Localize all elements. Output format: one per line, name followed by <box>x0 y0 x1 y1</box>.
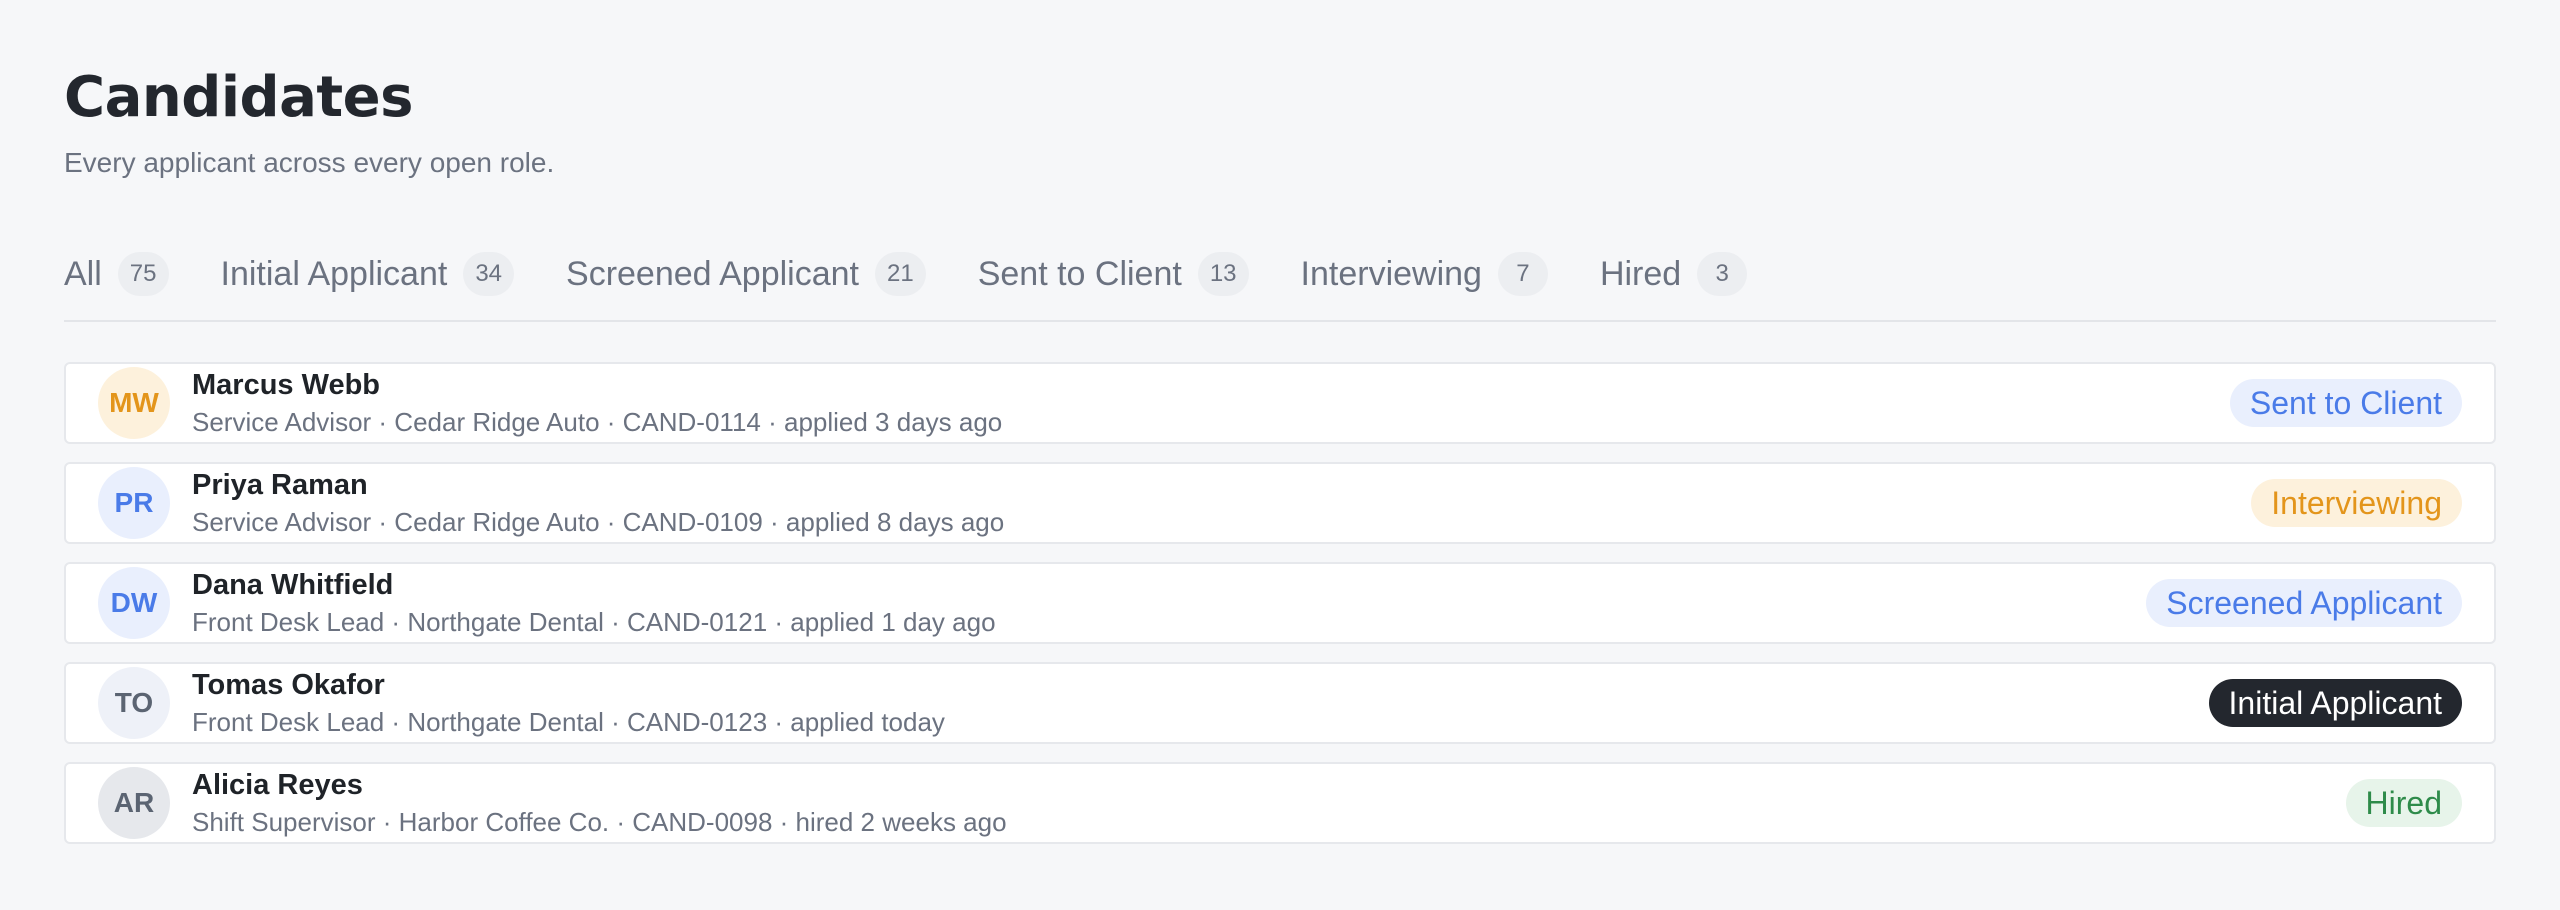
candidate-row[interactable]: DW Dana Whitfield Front Desk Lead · Nort… <box>64 562 2496 644</box>
tab-label: Interviewing <box>1300 254 1482 293</box>
candidate-meta: Front Desk Lead · Northgate Dental · CAN… <box>192 607 996 637</box>
candidate-list: MW Marcus Webb Service Advisor · Cedar R… <box>64 362 2496 862</box>
candidate-info: Dana Whitfield Front Desk Lead · Northga… <box>192 567 996 639</box>
candidate-info: Priya Raman Service Advisor · Cedar Ridg… <box>192 467 1004 539</box>
tab-count-badge: 7 <box>1497 252 1548 296</box>
tab-sent-to-client[interactable]: Sent to Client 13 <box>978 246 1249 302</box>
page-title: Candidates <box>64 65 414 130</box>
tab-count-badge: 75 <box>117 252 169 296</box>
tab-initial-applicant[interactable]: Initial Applicant 34 <box>221 246 515 302</box>
candidate-meta: Front Desk Lead · Northgate Dental · CAN… <box>192 707 945 737</box>
candidate-name: Marcus Webb <box>192 369 381 401</box>
candidate-meta: Service Advisor · Cedar Ridge Auto · CAN… <box>192 507 1005 537</box>
tab-label: All <box>64 254 102 293</box>
candidate-meta: Shift Supervisor · Harbor Coffee Co. · C… <box>192 807 1007 837</box>
avatar: TO <box>98 667 170 739</box>
avatar: PR <box>98 467 170 539</box>
status-badge: Interviewing <box>2251 479 2462 527</box>
candidate-name: Tomas Okafor <box>192 669 385 701</box>
avatar: MW <box>98 367 170 439</box>
avatar: AR <box>98 767 170 839</box>
status-badge: Sent to Client <box>2229 379 2462 427</box>
tab-screened-applicant[interactable]: Screened Applicant 21 <box>566 246 926 302</box>
candidate-row[interactable]: MW Marcus Webb Service Advisor · Cedar R… <box>64 362 2496 444</box>
tab-count-badge: 34 <box>463 252 515 296</box>
tab-label: Hired <box>1599 254 1682 293</box>
candidate-row[interactable]: AR Alicia Reyes Shift Supervisor · Harbo… <box>64 762 2496 844</box>
tab-interviewing[interactable]: Interviewing 7 <box>1301 246 1548 302</box>
status-badge: Hired <box>2345 779 2462 827</box>
tab-count-badge: 13 <box>1197 252 1249 296</box>
candidate-info: Marcus Webb Service Advisor · Cedar Ridg… <box>192 367 1002 439</box>
tab-count-badge: 3 <box>1697 252 1748 296</box>
candidate-row[interactable]: TO Tomas Okafor Front Desk Lead · Northg… <box>64 662 2496 744</box>
avatar: DW <box>98 567 170 639</box>
candidate-info: Tomas Okafor Front Desk Lead · Northgate… <box>192 667 945 739</box>
candidate-name: Priya Raman <box>192 469 368 501</box>
candidates-page: Candidates Every applicant across every … <box>0 0 2560 910</box>
status-badge: Initial Applicant <box>2208 679 2462 727</box>
tab-count-badge: 21 <box>875 252 926 296</box>
tab-all[interactable]: All 75 <box>64 246 169 302</box>
candidate-meta: Service Advisor · Cedar Ridge Auto · CAN… <box>192 407 1003 437</box>
candidate-info: Alicia Reyes Shift Supervisor · Harbor C… <box>192 767 1007 839</box>
candidate-name: Alicia Reyes <box>192 769 363 801</box>
tab-hired[interactable]: Hired 3 <box>1599 246 1748 302</box>
tab-label: Sent to Client <box>977 254 1182 293</box>
status-tabs: All 75 Initial Applicant 34 Screened App… <box>64 246 2496 322</box>
tab-label: Initial Applicant <box>220 254 448 293</box>
candidate-row[interactable]: PR Priya Raman Service Advisor · Cedar R… <box>64 462 2496 544</box>
tab-label: Screened Applicant <box>566 254 859 293</box>
page-subtitle: Every applicant across every open role. <box>64 147 555 178</box>
status-badge: Screened Applicant <box>2146 579 2462 627</box>
candidate-name: Dana Whitfield <box>192 569 394 601</box>
